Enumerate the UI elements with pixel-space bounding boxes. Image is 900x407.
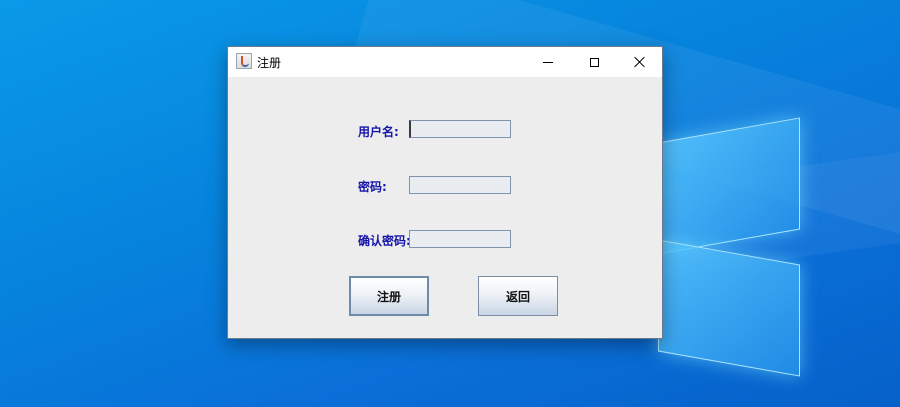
java-icon: [236, 53, 252, 69]
title-bar[interactable]: 注册: [228, 47, 662, 77]
windows-logo: [650, 100, 810, 380]
windows-logo-pane: [658, 239, 800, 377]
windows-logo-pane: [658, 117, 800, 255]
maximize-icon: [589, 57, 599, 67]
register-window: 注册 用户名: 密码: 确认密码: 注册 返回: [227, 46, 663, 339]
username-field[interactable]: [409, 120, 511, 138]
password-field[interactable]: [409, 176, 511, 194]
register-button[interactable]: 注册: [349, 276, 429, 316]
close-icon: [634, 56, 646, 68]
minimize-icon: [543, 61, 553, 63]
minimize-button[interactable]: [525, 47, 571, 77]
window-title: 注册: [257, 56, 282, 70]
maximize-button[interactable]: [571, 47, 617, 77]
desktop-background: 注册 用户名: 密码: 确认密码: 注册 返回: [0, 0, 900, 407]
back-button[interactable]: 返回: [478, 276, 558, 316]
username-label: 用户名:: [358, 125, 399, 139]
password-label: 密码:: [358, 180, 387, 194]
confirm-password-field[interactable]: [409, 230, 511, 248]
confirm-password-label: 确认密码:: [358, 234, 411, 248]
close-button[interactable]: [617, 47, 663, 77]
